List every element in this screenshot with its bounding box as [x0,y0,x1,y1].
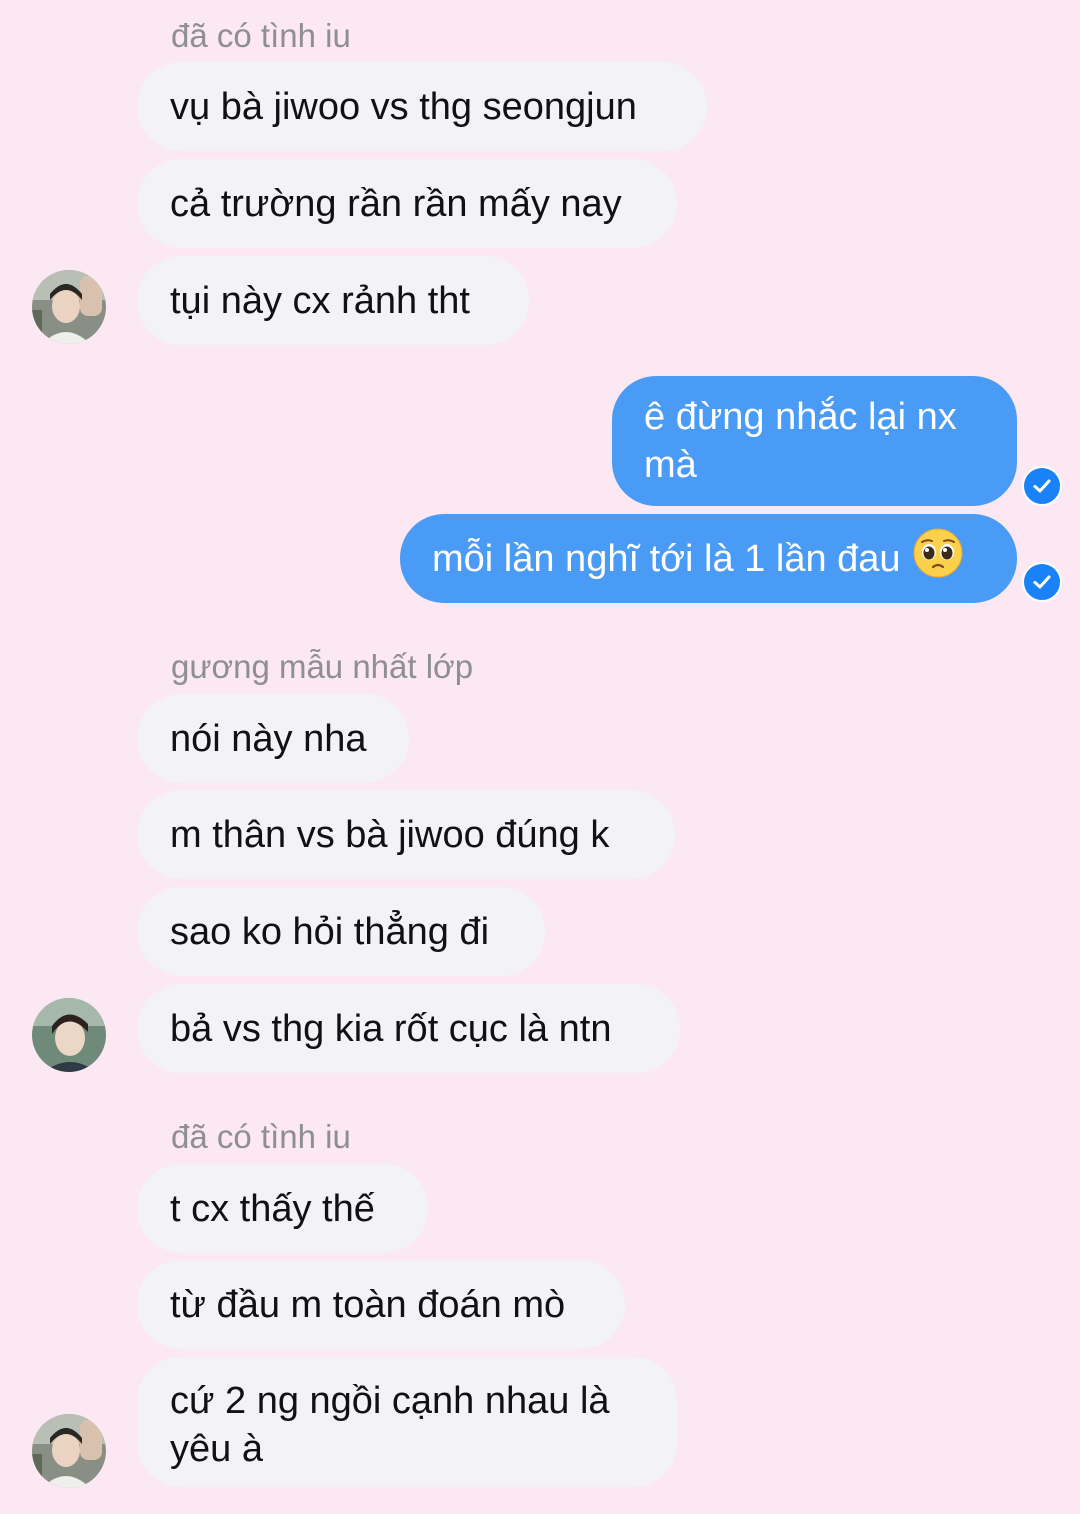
message-bubble-incoming[interactable]: vụ bà jiwoo vs thg seongjun [137,62,707,151]
message-text: ê đừng nhắc lại nx mà [644,396,957,486]
message-text: vụ bà jiwoo vs thg seongjun [170,85,637,128]
sender-name: gương mẫu nhất lớp [171,648,474,685]
pleading-face-emoji-icon [913,528,963,590]
sender-name: đã có tình iu [171,1118,351,1155]
avatar-photo-icon [32,1414,106,1488]
avatar-photo-icon [32,998,106,1072]
checkmark-circle-icon [1022,466,1062,506]
message-content: mỗi lần nghĩ tới là 1 lần đau [432,514,985,603]
message-bubble-incoming[interactable]: nói này nha [137,694,409,783]
message-bubble-incoming[interactable]: tụi này cx rảnh tht [137,256,529,345]
message-text: bả vs thg kia rốt cục là ntn [170,1007,612,1050]
avatar-photo-icon [32,270,106,344]
message-text: từ đầu m toàn đoán mò [170,1283,566,1326]
message-bubble-incoming[interactable]: từ đầu m toàn đoán mò [137,1260,625,1349]
message-bubble-incoming[interactable]: bả vs thg kia rốt cục là ntn [137,984,680,1073]
checkmark-circle-icon [1022,562,1062,602]
avatar[interactable] [32,270,106,344]
message-bubble-outgoing[interactable]: mỗi lần nghĩ tới là 1 lần đau [400,514,1017,603]
message-text: sao ko hỏi thẳng đi [170,910,490,953]
sender-name: đã có tình iu [171,17,351,54]
message-text: cứ 2 ng ngồi cạnh nhau là yêu à [170,1380,610,1470]
message-text: tụi này cx rảnh tht [170,279,470,322]
message-bubble-incoming[interactable]: cả trường rần rần mấy nay [137,159,677,248]
message-bubble-outgoing[interactable]: ê đừng nhắc lại nx mà [612,376,1017,506]
message-bubble-incoming[interactable]: sao ko hỏi thẳng đi [137,887,545,976]
message-bubble-incoming[interactable]: t cx thấy thế [137,1164,428,1253]
message-text: nói này nha [170,717,367,760]
message-bubble-incoming[interactable]: m thân vs bà jiwoo đúng k [137,790,675,879]
message-text: t cx thấy thế [170,1187,375,1230]
message-text: m thân vs bà jiwoo đúng k [170,813,610,856]
message-bubble-incoming[interactable]: cứ 2 ng ngồi cạnh nhau là yêu à [137,1357,677,1487]
message-text: cả trường rần rần mấy nay [170,182,622,225]
avatar[interactable] [32,998,106,1072]
avatar[interactable] [32,1414,106,1488]
message-text: mỗi lần nghĩ tới là 1 lần đau [432,537,901,580]
